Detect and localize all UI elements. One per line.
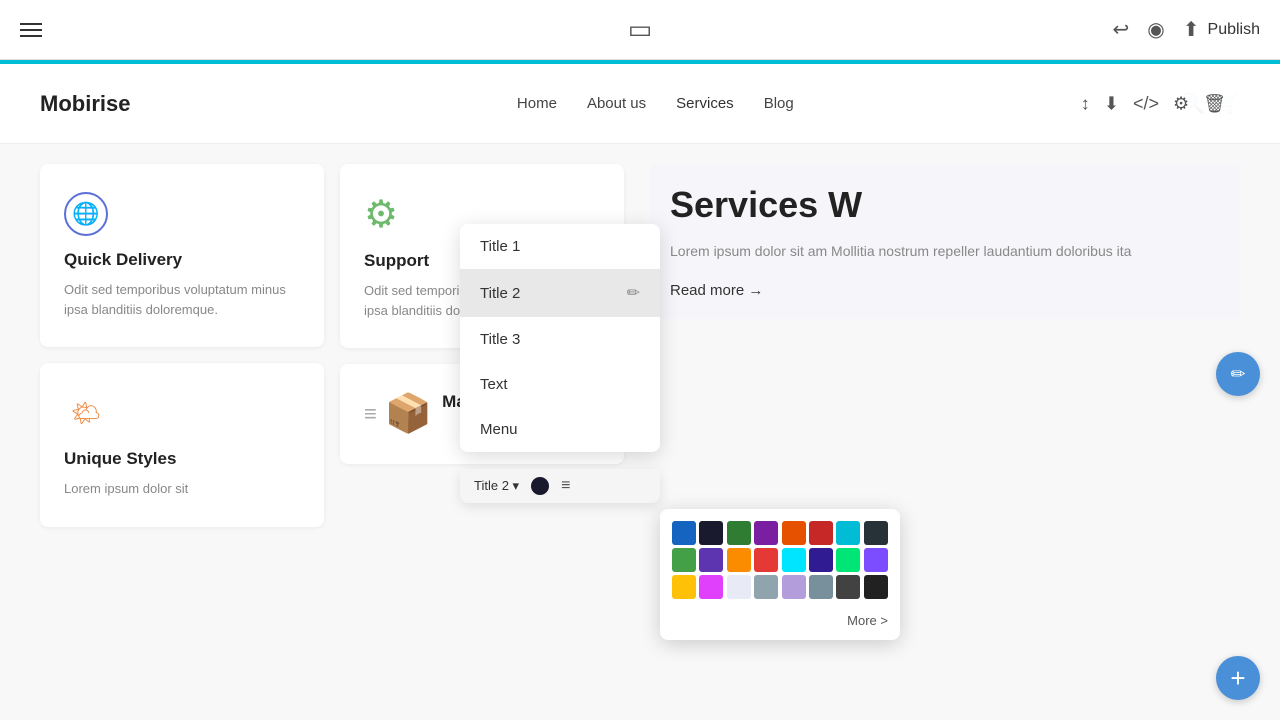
dropdown-item-title1[interactable]: Title 1: [460, 224, 660, 269]
color-swatch[interactable]: [727, 521, 751, 545]
color-swatch[interactable]: [864, 548, 888, 572]
card-text: Odit sed temporibus voluptatum minus ips…: [64, 280, 300, 319]
right-column: Services W Lorem ipsum dolor sit am Moll…: [640, 164, 1240, 527]
color-swatch[interactable]: [699, 521, 723, 545]
color-swatch[interactable]: [672, 521, 696, 545]
card-title: Quick Delivery: [64, 250, 300, 270]
card-text-2: Lorem ipsum dolor sit: [64, 479, 300, 499]
main-content: 🌐 Quick Delivery Odit sed temporibus vol…: [0, 144, 1280, 720]
hamburger-icon[interactable]: [20, 23, 42, 37]
card-unique-styles: 🌤 Unique Styles Lorem ipsum dolor sit: [40, 363, 324, 527]
dropdown-item-menu[interactable]: Menu: [460, 407, 660, 452]
color-swatch[interactable]: [864, 521, 888, 545]
color-swatch[interactable]: [864, 575, 888, 599]
site-logo: Mobirise: [40, 91, 130, 117]
color-swatch[interactable]: [754, 548, 778, 572]
box-icon: ≡ 📦: [364, 392, 432, 436]
nav-home[interactable]: Home: [517, 90, 557, 117]
color-swatch[interactable]: [727, 548, 751, 572]
color-swatch[interactable]: [754, 521, 778, 545]
toolbar-left: [20, 23, 42, 37]
color-swatch[interactable]: [836, 548, 860, 572]
card-icon-globe: 🌐: [64, 192, 300, 236]
nav-links: Home About us Services Blog: [517, 90, 794, 117]
top-toolbar: ▭ ↩ ◉ ⬆ Publish: [0, 0, 1280, 60]
nav-services[interactable]: Services: [676, 90, 734, 117]
card-quick-delivery: 🌐 Quick Delivery Odit sed temporibus vol…: [40, 164, 324, 347]
color-swatch[interactable]: [699, 575, 723, 599]
nav-blog[interactable]: Blog: [764, 90, 794, 117]
move-icon[interactable]: ↕: [1081, 93, 1090, 114]
card-icon-sun: 🌤: [64, 391, 300, 435]
nav-about[interactable]: About us: [587, 90, 646, 117]
color-swatch[interactable]: [782, 521, 806, 545]
publish-button[interactable]: ⬆ Publish: [1183, 17, 1260, 42]
color-swatch[interactable]: [836, 575, 860, 599]
card-icon-box: ≡ 📦: [364, 392, 432, 436]
card-title-2: Unique Styles: [64, 449, 300, 469]
back-icon[interactable]: ↩: [1113, 17, 1130, 42]
services-title: Services W: [670, 184, 1220, 226]
color-swatch[interactable]: [782, 548, 806, 572]
style-dropdown-menu: Title 1 Title 2 ✏ Title 3 Text Menu: [460, 224, 660, 452]
color-grid: [672, 521, 888, 599]
color-swatch[interactable]: [809, 548, 833, 572]
format-toolbar: Title 2 ▾ ≡: [460, 469, 660, 503]
style-selector[interactable]: Title 2 ▾: [474, 478, 519, 494]
services-section: Services W Lorem ipsum dolor sit am Moll…: [650, 164, 1240, 319]
add-fab-button[interactable]: +: [1216, 656, 1260, 700]
color-swatch[interactable]: [672, 575, 696, 599]
edit-fab-button[interactable]: ✏: [1216, 352, 1260, 396]
upload-icon: ⬆: [1183, 17, 1200, 42]
align-icon[interactable]: ≡: [561, 477, 570, 495]
block-toolbar: ↕ ⬇ </> ⚙ 🗑: [1067, 85, 1240, 122]
color-picker-dot[interactable]: [531, 477, 549, 495]
edit-icon: ✏: [627, 283, 640, 303]
settings-icon[interactable]: ⚙: [1173, 93, 1189, 114]
color-swatch[interactable]: [836, 521, 860, 545]
code-icon[interactable]: </>: [1133, 93, 1159, 114]
color-picker-panel: More >: [660, 509, 900, 640]
read-more-link[interactable]: Read more →: [670, 282, 1220, 299]
color-swatch[interactable]: [809, 521, 833, 545]
delete-icon[interactable]: 🗑: [1203, 93, 1226, 114]
color-swatch[interactable]: [727, 575, 751, 599]
color-swatch[interactable]: [809, 575, 833, 599]
nav-bar: Mobirise Home About us Services Blog 🔍 🛒…: [0, 64, 1280, 144]
sun-icon: 🌤: [64, 391, 108, 435]
download-block-icon[interactable]: ⬇: [1104, 93, 1119, 114]
dropdown-item-title3[interactable]: Title 3: [460, 317, 660, 362]
left-column: 🌐 Quick Delivery Odit sed temporibus vol…: [40, 164, 340, 527]
list-icon: ≡: [364, 401, 377, 427]
mobile-device-icon[interactable]: ▭: [628, 14, 653, 44]
more-colors-button[interactable]: More >: [672, 609, 888, 628]
color-swatch[interactable]: [699, 548, 723, 572]
color-swatch[interactable]: [782, 575, 806, 599]
dropdown-item-text[interactable]: Text: [460, 362, 660, 407]
preview-icon[interactable]: ◉: [1147, 17, 1164, 42]
dropdown-item-title2[interactable]: Title 2 ✏: [460, 269, 660, 317]
color-swatch[interactable]: [754, 575, 778, 599]
services-text: Lorem ipsum dolor sit am Mollitia nostru…: [670, 240, 1220, 262]
toolbar-center: ▭: [628, 14, 653, 45]
color-swatch[interactable]: [672, 548, 696, 572]
globe-icon: 🌐: [64, 192, 108, 236]
toolbar-right: ↩ ◉ ⬆ Publish: [1113, 17, 1260, 42]
publish-label: Publish: [1208, 21, 1260, 39]
